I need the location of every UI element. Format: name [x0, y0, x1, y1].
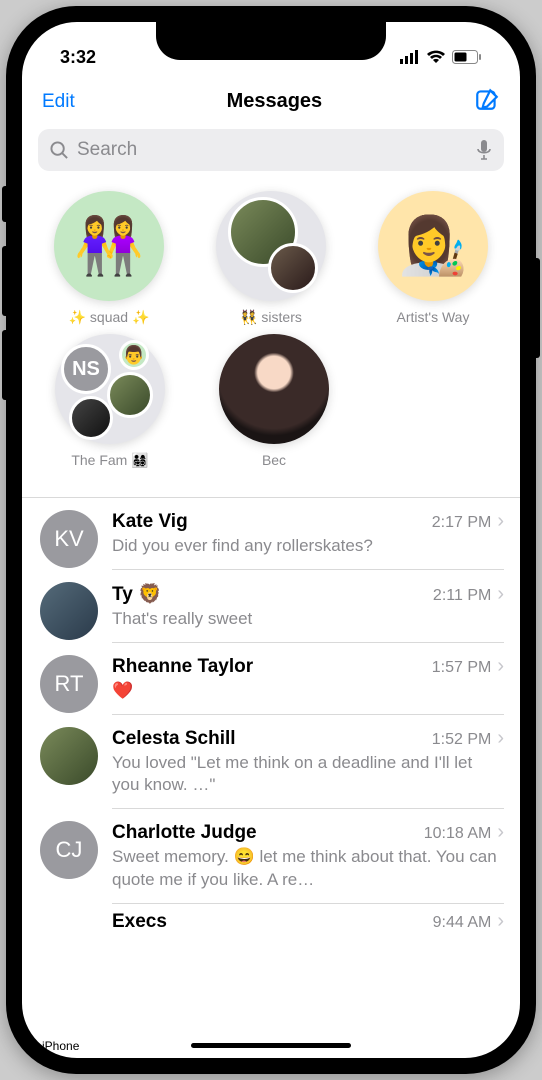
conv-time: 2:11 PM — [433, 587, 491, 605]
chevron-right-icon: › — [497, 655, 504, 678]
avatar-emoji: 👭 — [74, 213, 144, 279]
conversation-row[interactable]: CJ Charlotte Judge10:18 AM › Sweet memory… — [22, 809, 520, 903]
conv-time: 1:57 PM — [432, 659, 492, 677]
page-title: Messages — [227, 90, 323, 113]
cellular-icon — [400, 50, 420, 64]
battery-icon — [452, 50, 482, 64]
search-input[interactable] — [77, 139, 468, 161]
conv-preview: Sweet memory. 😄 let me think about that.… — [112, 846, 504, 890]
conv-name: Ty 🦁 — [112, 582, 433, 606]
status-icons — [400, 50, 482, 64]
pinned-avatar — [219, 334, 329, 444]
conversation-row[interactable]: Ty 🦁2:11 PM › That's really sweet — [22, 570, 520, 643]
conv-time: 9:44 AM — [433, 914, 492, 932]
conversation-list[interactable]: KV Kate Vig2:17 PM › Did you ever find an… — [22, 497, 520, 933]
conv-time: 2:17 PM — [432, 514, 492, 532]
compose-icon — [474, 86, 500, 112]
chevron-right-icon: › — [497, 727, 504, 750]
conv-name: Charlotte Judge — [112, 822, 424, 844]
conversation-row[interactable]: Execs9:44 AM › — [22, 904, 520, 933]
avatar-initials: NS — [61, 344, 111, 394]
conv-time: 10:18 AM — [424, 825, 492, 843]
notch — [156, 22, 386, 60]
conv-avatar — [40, 582, 98, 640]
chevron-right-icon: › — [497, 910, 504, 933]
conv-avatar: RT — [40, 655, 98, 713]
pinned-section: 👭 ✨ squad ✨ 👯 sisters 👩‍🎨 Artist's Way — [22, 181, 520, 497]
pinned-avatar: NS 👨 — [55, 334, 165, 444]
pinned-conversation[interactable]: 👯 sisters — [208, 191, 334, 326]
conv-avatar: CJ — [40, 821, 98, 879]
edit-button[interactable]: Edit — [42, 91, 75, 113]
conversation-row[interactable]: Celesta Schill1:52 PM › You loved "Let me… — [22, 715, 520, 809]
home-indicator[interactable] — [191, 1043, 351, 1048]
pinned-conversation[interactable]: 👭 ✨ squad ✨ — [46, 191, 172, 326]
conv-name: Kate Vig — [112, 511, 432, 533]
conv-avatar — [40, 727, 98, 785]
conv-preview: ❤️ — [112, 680, 504, 702]
pinned-label: Bec — [262, 452, 286, 468]
search-icon — [50, 141, 69, 160]
pinned-label: ✨ squad ✨ — [69, 309, 150, 326]
conv-name: Execs — [112, 911, 433, 933]
wifi-icon — [426, 50, 446, 64]
pinned-label: The Fam 👨‍👩‍👧‍👦 — [71, 452, 148, 469]
conversation-row[interactable]: RT Rheanne Taylor1:57 PM › ❤️ — [22, 643, 520, 715]
search-bar[interactable] — [38, 129, 504, 171]
pinned-avatar: 👭 — [54, 191, 164, 301]
conv-name: Celesta Schill — [112, 728, 432, 750]
conv-preview: You loved "Let me think on a deadline an… — [112, 752, 504, 796]
status-time: 3:32 — [60, 47, 96, 68]
pinned-avatar — [216, 191, 326, 301]
avatar-emoji: 👩‍🎨 — [398, 213, 468, 279]
conv-preview: Did you ever find any rollerskates? — [112, 535, 504, 557]
nav-bar: Edit Messages — [22, 74, 520, 123]
watermark: iPhone — [42, 1039, 79, 1053]
pinned-avatar: 👩‍🎨 — [378, 191, 488, 301]
dictation-icon[interactable] — [476, 139, 492, 161]
chevron-right-icon: › — [497, 583, 504, 606]
pinned-conversation[interactable]: 👩‍🎨 Artist's Way — [370, 191, 496, 326]
chevron-right-icon: › — [497, 821, 504, 844]
chevron-right-icon: › — [497, 510, 504, 533]
conv-preview: That's really sweet — [112, 608, 504, 630]
pinned-conversation[interactable]: NS 👨 The Fam 👨‍👩‍👧‍👦 — [46, 334, 174, 469]
pinned-label: Artist's Way — [397, 309, 470, 325]
conv-name: Rheanne Taylor — [112, 656, 432, 678]
conv-time: 1:52 PM — [432, 731, 492, 749]
compose-button[interactable] — [474, 86, 500, 117]
pinned-conversation[interactable]: Bec — [210, 334, 338, 469]
conversation-row[interactable]: KV Kate Vig2:17 PM › Did you ever find an… — [22, 498, 520, 570]
conv-avatar: KV — [40, 510, 98, 568]
pinned-label: 👯 sisters — [240, 309, 302, 326]
